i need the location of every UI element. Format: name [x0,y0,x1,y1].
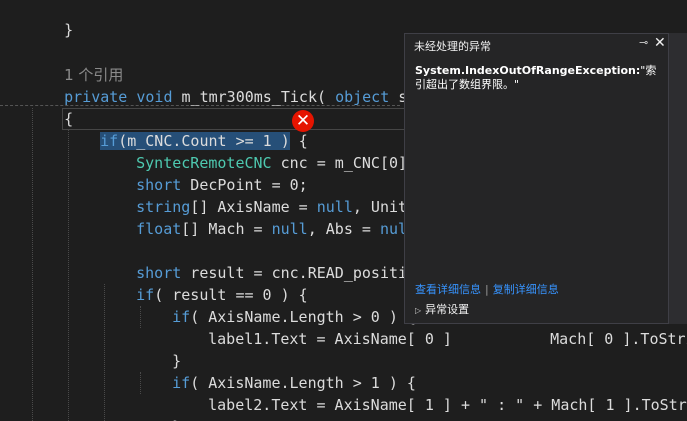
error-icon: ✕ [292,110,314,132]
indent-guide [32,108,33,421]
code-line: float[] Mach = null, Abs = null, F [136,220,443,238]
code-line: } [136,394,181,421]
code-line: if( result == 0 ) { [136,286,308,304]
indent-guide [68,130,69,421]
code-line: SyntecRemoteCNC cnc = m_CNC[0]; [136,154,417,172]
exception-helper-popup: 未经处理的异常 ⊸ ✕ System.IndexOutOfRangeExcept… [404,33,669,324]
indent-guide [140,306,141,328]
code-line: if( AxisName.Length > 1 ) { [172,374,416,392]
indent-guide [140,372,141,394]
exception-settings-label[interactable]: 异常设置 [425,303,469,316]
code-line: string[] AxisName = null, Unit = n [136,198,443,216]
popup-side-strip [669,33,687,324]
code-line: } [64,21,74,39]
close-icon[interactable]: ✕ [654,35,666,51]
method-name: m_tmr300ms_Tick [181,88,317,106]
code-lens-references[interactable]: 1 个引用 [28,42,123,84]
code-line: short DecPoint = 0; [136,176,308,194]
copy-details-link[interactable]: 复制详细信息 [493,283,559,296]
exception-message: System.IndexOutOfRangeException:"索引超出了数组… [415,64,660,92]
indent-guide [104,284,105,421]
popup-header: 未经处理的异常 ⊸ ✕ [405,34,668,56]
code-line: { [64,110,74,128]
code-line: if( AxisName.Length > 0 ) { [172,308,416,326]
view-details-link[interactable]: 查看详细信息 [415,283,481,296]
popup-title: 未经处理的异常 [414,40,491,53]
expand-triangle-icon[interactable]: ▷ [415,306,421,315]
link-separator: | [485,283,489,296]
current-statement-line: if(m_CNC.Count >= 1 ) { [100,132,308,150]
code-line: label2.Text = AxisName[ 1 ] + " : " + Ma… [208,396,687,414]
pin-icon[interactable]: ⊸ [639,36,648,49]
code-line: short result = cnc.READ_position( [136,264,435,282]
exception-type: System.IndexOutOfRangeException: [415,64,641,77]
exception-settings-toggle[interactable]: ▷ 异常设置 [415,301,469,317]
code-line: } [172,352,182,370]
method-signature-line: private void m_tmr300ms_Tick( object sen… [64,88,443,106]
popup-links: 查看详细信息 | 复制详细信息 [415,281,559,297]
